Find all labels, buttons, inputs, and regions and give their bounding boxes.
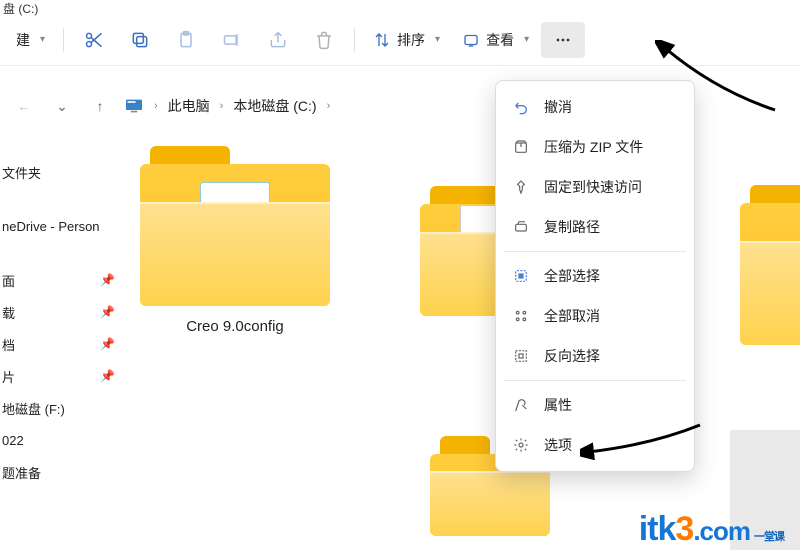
menu-label: 选项 <box>544 435 572 455</box>
zip-icon <box>512 138 530 156</box>
new-label: 建 <box>16 30 30 50</box>
file-pane[interactable]: Creo 9.0config <box>125 126 800 551</box>
sort-button[interactable]: 排序 ▾ <box>363 22 450 58</box>
menu-label: 固定到快速访问 <box>544 177 642 197</box>
select-all-icon <box>512 267 530 285</box>
separator <box>63 28 64 52</box>
invert-select-icon <box>512 347 530 365</box>
properties-icon <box>512 396 530 414</box>
sort-icon <box>373 31 391 49</box>
pin-icon: 📌 <box>100 273 115 287</box>
chevron-right-icon: › <box>220 100 224 112</box>
undo-icon <box>512 98 530 116</box>
menu-label: 全部选择 <box>544 266 600 286</box>
folder-item[interactable] <box>740 185 800 345</box>
menu-copy-path[interactable]: 复制路径 <box>496 207 694 247</box>
chevron-down-icon: ▾ <box>435 34 440 45</box>
toolbar: 建 ▾ 排序 ▾ 查看 ▾ <box>0 14 800 66</box>
menu-label: 全部取消 <box>544 306 600 326</box>
up-button[interactable]: ↑ <box>86 98 114 114</box>
menu-label: 复制路径 <box>544 217 600 237</box>
separator <box>354 28 355 52</box>
menu-options[interactable]: 选项 <box>496 425 694 465</box>
breadcrumb: 此电脑 › 本地磁盘 (C:) › <box>168 96 331 116</box>
pin-icon: 📌 <box>100 305 115 319</box>
view-label: 查看 <box>486 30 514 50</box>
pin-icon <box>512 178 530 196</box>
menu-separator <box>504 251 686 252</box>
paste-button[interactable] <box>164 22 208 58</box>
menu-label: 撤消 <box>544 97 572 117</box>
delete-button[interactable] <box>302 22 346 58</box>
copy-path-icon <box>512 218 530 236</box>
breadcrumb-item[interactable]: 本地磁盘 (C:) <box>233 96 316 116</box>
pc-icon <box>124 98 144 114</box>
sidebar: 文件夹 neDrive - Person 面📌 载📌 档📌 片📌 地磁盘 (F:… <box>0 126 125 551</box>
options-icon <box>512 436 530 454</box>
sidebar-item[interactable]: 载📌 <box>0 296 125 328</box>
cut-button[interactable] <box>72 22 116 58</box>
folder-icon <box>140 146 330 306</box>
rename-button[interactable] <box>210 22 254 58</box>
scissors-icon <box>84 30 104 50</box>
view-button[interactable]: 查看 ▾ <box>452 22 539 58</box>
sidebar-item[interactable]: neDrive - Person <box>0 210 125 242</box>
chevron-right-icon: › <box>327 100 331 112</box>
chevron-down-icon: ▾ <box>40 34 45 45</box>
back-button[interactable]: ← <box>10 98 38 114</box>
share-button[interactable] <box>256 22 300 58</box>
menu-undo[interactable]: 撤消 <box>496 87 694 127</box>
menu-label: 压缩为 ZIP 文件 <box>544 137 643 157</box>
sidebar-item[interactable]: 地磁盘 (F:) <box>0 392 125 424</box>
pin-icon: 📌 <box>100 337 115 351</box>
file-label: Creo 9.0config <box>186 318 284 335</box>
sidebar-item[interactable]: 022 <box>0 424 125 456</box>
menu-invert-select[interactable]: 反向选择 <box>496 336 694 376</box>
menu-zip[interactable]: 压缩为 ZIP 文件 <box>496 127 694 167</box>
menu-label: 反向选择 <box>544 346 600 366</box>
chevron-down-icon: ▾ <box>524 34 529 45</box>
chevron-down-icon[interactable]: ⌄ <box>48 98 76 115</box>
folder-item[interactable]: Creo 9.0config <box>135 146 335 335</box>
share-icon <box>268 30 288 50</box>
menu-pin[interactable]: 固定到快速访问 <box>496 167 694 207</box>
copy-icon <box>130 30 150 50</box>
new-button[interactable]: 建 ▾ <box>6 22 55 58</box>
trash-icon <box>314 30 334 50</box>
pin-icon: 📌 <box>100 369 115 383</box>
watermark: itk3.com 一堂课 <box>639 510 784 549</box>
clipboard-icon <box>176 30 196 50</box>
sidebar-heading: 文件夹 <box>0 156 125 188</box>
more-button[interactable] <box>541 22 585 58</box>
window-title: 盘 (C:) <box>0 0 800 14</box>
menu-select-all[interactable]: 全部选择 <box>496 256 694 296</box>
menu-label: 属性 <box>544 395 572 415</box>
chevron-right-icon: › <box>154 100 158 112</box>
sidebar-item[interactable]: 题准备 <box>0 456 125 488</box>
context-menu: 撤消 压缩为 ZIP 文件 固定到快速访问 复制路径 全部选择 全部取消 反向选… <box>495 80 695 472</box>
copy-button[interactable] <box>118 22 162 58</box>
view-icon <box>462 31 480 49</box>
menu-properties[interactable]: 属性 <box>496 385 694 425</box>
sidebar-item[interactable]: 面📌 <box>0 264 125 296</box>
sidebar-item[interactable]: 片📌 <box>0 360 125 392</box>
breadcrumb-item[interactable]: 此电脑 <box>168 96 210 116</box>
sort-label: 排序 <box>397 30 425 50</box>
more-icon <box>553 30 573 50</box>
rename-icon <box>222 30 242 50</box>
deselect-icon <box>512 307 530 325</box>
menu-separator <box>504 380 686 381</box>
sidebar-item[interactable]: 档📌 <box>0 328 125 360</box>
menu-deselect[interactable]: 全部取消 <box>496 296 694 336</box>
